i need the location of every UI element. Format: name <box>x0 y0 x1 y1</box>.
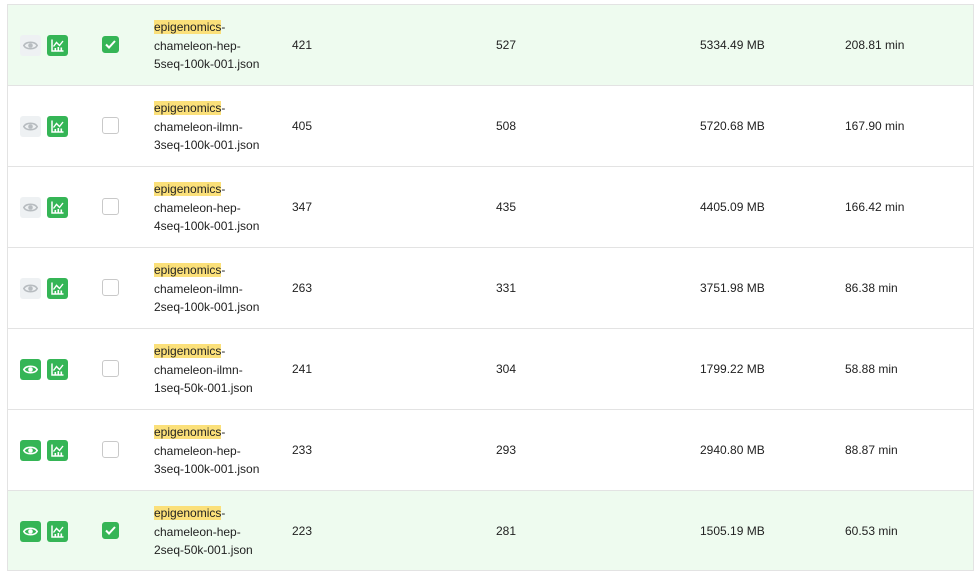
search-highlight: epigenomics <box>154 20 222 34</box>
jobs-count: 233 <box>292 443 313 457</box>
view-button[interactable] <box>20 35 41 56</box>
files-count: 304 <box>496 362 517 376</box>
workflow-name[interactable]: epigenomics-chameleon-ilmn- 1seq-50k-001.… <box>154 342 284 398</box>
makespan: 58.88 min <box>845 362 898 376</box>
chart-button[interactable] <box>47 35 68 56</box>
jobs-count: 241 <box>292 362 313 376</box>
chart-icon <box>50 38 65 53</box>
total-size: 5334.49 MB <box>700 38 765 52</box>
workflow-name[interactable]: epigenomics-chameleon-hep- 2seq-50k-001.j… <box>154 504 284 560</box>
jobs-count: 223 <box>292 524 313 538</box>
files-count: 293 <box>496 443 517 457</box>
chart-icon <box>50 362 65 377</box>
eye-icon <box>23 283 38 294</box>
table-row: epigenomics-chameleon-hep- 3seq-100k-001.… <box>8 409 973 490</box>
table-row: epigenomics-chameleon-hep- 4seq-100k-001.… <box>8 166 973 247</box>
chart-icon <box>50 281 65 296</box>
search-highlight: epigenomics <box>154 506 222 520</box>
table-row: epigenomics-chameleon-hep- 2seq-50k-001.j… <box>8 490 973 571</box>
table-row: epigenomics-chameleon-ilmn- 1seq-50k-001.… <box>8 328 973 409</box>
search-highlight: epigenomics <box>154 344 222 358</box>
select-checkbox[interactable] <box>102 522 119 539</box>
chart-button[interactable] <box>47 440 68 461</box>
select-checkbox[interactable] <box>102 198 119 215</box>
chart-icon <box>50 119 65 134</box>
select-checkbox[interactable] <box>102 117 119 134</box>
search-highlight: epigenomics <box>154 425 222 439</box>
files-count: 508 <box>496 119 517 133</box>
eye-icon <box>23 40 38 51</box>
chart-button[interactable] <box>47 521 68 542</box>
makespan: 60.53 min <box>845 524 898 538</box>
view-button[interactable] <box>20 521 41 542</box>
table-row: epigenomics-chameleon-ilmn- 3seq-100k-001… <box>8 85 973 166</box>
chart-icon <box>50 200 65 215</box>
makespan: 86.38 min <box>845 281 898 295</box>
makespan: 88.87 min <box>845 443 898 457</box>
chart-button[interactable] <box>47 359 68 380</box>
select-checkbox[interactable] <box>102 36 119 53</box>
workflow-name[interactable]: epigenomics-chameleon-ilmn- 3seq-100k-001… <box>154 99 284 155</box>
view-button[interactable] <box>20 359 41 380</box>
eye-icon <box>23 202 38 213</box>
eye-icon <box>23 445 38 456</box>
check-icon <box>105 526 116 535</box>
table-row: epigenomics-chameleon-hep- 5seq-100k-001.… <box>8 4 973 85</box>
select-checkbox[interactable] <box>102 360 119 377</box>
check-icon <box>105 40 116 49</box>
search-highlight: epigenomics <box>154 263 222 277</box>
files-count: 281 <box>496 524 517 538</box>
total-size: 1505.19 MB <box>700 524 765 538</box>
eye-icon <box>23 121 38 132</box>
jobs-count: 263 <box>292 281 313 295</box>
jobs-count: 421 <box>292 38 313 52</box>
view-button[interactable] <box>20 278 41 299</box>
chart-button[interactable] <box>47 197 68 218</box>
workflow-name[interactable]: epigenomics-chameleon-ilmn- 2seq-100k-001… <box>154 261 284 317</box>
makespan: 167.90 min <box>845 119 905 133</box>
files-count: 435 <box>496 200 517 214</box>
workflow-table: epigenomics-chameleon-hep- 5seq-100k-001.… <box>7 4 974 571</box>
makespan: 166.42 min <box>845 200 905 214</box>
select-checkbox[interactable] <box>102 279 119 296</box>
total-size: 2940.80 MB <box>700 443 765 457</box>
total-size: 4405.09 MB <box>700 200 765 214</box>
view-button[interactable] <box>20 116 41 137</box>
chart-icon <box>50 524 65 539</box>
jobs-count: 347 <box>292 200 313 214</box>
chart-button[interactable] <box>47 278 68 299</box>
workflow-name[interactable]: epigenomics-chameleon-hep- 4seq-100k-001.… <box>154 180 284 236</box>
files-count: 331 <box>496 281 517 295</box>
view-button[interactable] <box>20 440 41 461</box>
chart-icon <box>50 443 65 458</box>
search-highlight: epigenomics <box>154 182 222 196</box>
total-size: 3751.98 MB <box>700 281 765 295</box>
workflow-name[interactable]: epigenomics-chameleon-hep- 3seq-100k-001.… <box>154 423 284 479</box>
makespan: 208.81 min <box>845 38 905 52</box>
search-highlight: epigenomics <box>154 101 222 115</box>
jobs-count: 405 <box>292 119 313 133</box>
chart-button[interactable] <box>47 116 68 137</box>
workflow-name[interactable]: epigenomics-chameleon-hep- 5seq-100k-001.… <box>154 18 284 74</box>
eye-icon <box>23 364 38 375</box>
table-row: epigenomics-chameleon-ilmn- 2seq-100k-001… <box>8 247 973 328</box>
eye-icon <box>23 526 38 537</box>
total-size: 1799.22 MB <box>700 362 765 376</box>
view-button[interactable] <box>20 197 41 218</box>
total-size: 5720.68 MB <box>700 119 765 133</box>
files-count: 527 <box>496 38 517 52</box>
select-checkbox[interactable] <box>102 441 119 458</box>
